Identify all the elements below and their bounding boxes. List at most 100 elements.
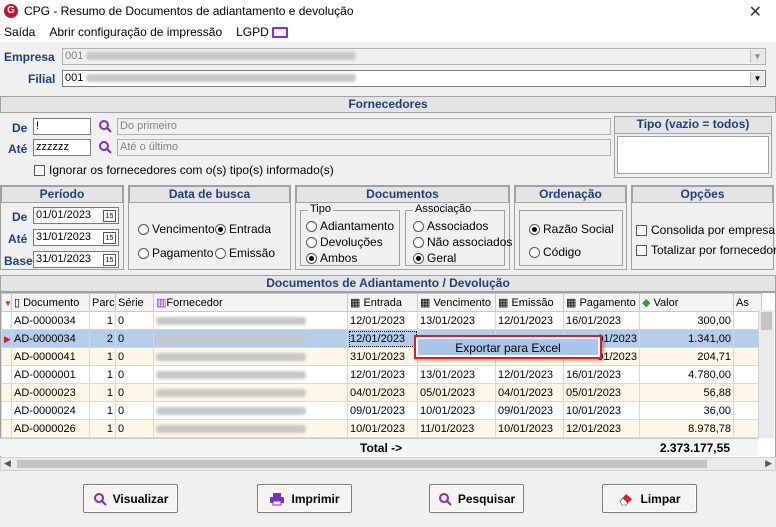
col-fornecedor[interactable]: ▥Fornecedor [153,293,348,312]
radio-devolucoes[interactable]: Devoluções [306,235,383,249]
col-documento[interactable]: ▯ Documento [11,293,90,312]
radio[interactable] [138,224,149,236]
scroll-right-icon[interactable]: ▶ [765,458,772,469]
col-parc[interactable]: Parc [89,293,116,312]
table-row[interactable]: AD-0000034 1 0 12/01/2023 13/01/2023 12/01/2… [1,311,762,330]
radio-codigo[interactable]: Código [529,245,581,259]
menu-bar: Saída Abrir configuração de impressão LG… [0,22,776,42]
imprimir-label: Imprimir [291,491,340,506]
chevron-down-icon[interactable]: ▼ [750,50,764,63]
horizontal-scrollbar[interactable]: ◀ ▶ [0,457,776,471]
search-icon [93,492,107,506]
row-pointer-icon: ▶ [4,333,11,344]
limpar-button[interactable]: Limpar [602,484,697,513]
radio[interactable] [413,221,424,233]
radio-selected[interactable] [306,253,317,265]
table-row[interactable]: AD-0000001 1 0 12/01/2023 13/01/2023 12/01/2… [1,365,762,384]
radio-razao-social[interactable]: Razão Social [529,222,614,236]
vertical-scrollbar[interactable] [758,310,774,438]
ignore-tipos-checkbox[interactable]: Ignorar os fornecedores com o(s) tipo(s)… [34,163,334,177]
tipo-doc-label: Tipo [308,203,333,215]
search-icon[interactable] [98,119,112,133]
table-row[interactable]: AD-0000023 1 0 04/01/2023 05/01/2023 04/01/2… [1,383,762,402]
radio-selected[interactable] [215,224,226,236]
filial-combo[interactable]: 001 ▼ [62,70,766,87]
fornecedor-ate-input[interactable]: zzzzzz [33,139,91,156]
radio-selected[interactable] [413,253,424,265]
associacao-label: Associação [413,203,474,215]
calendar-icon[interactable]: 15 [103,210,116,222]
col-emissao[interactable]: ▦ Emissão [495,293,564,312]
pesquisar-button[interactable]: Pesquisar [429,484,524,513]
check-totalizar[interactable]: Totalizar por fornecedor [636,243,776,257]
search-icon[interactable] [98,140,112,154]
radio-geral[interactable]: Geral [413,251,456,265]
periodo-title: Período [1,186,123,203]
fornecedor-redacted [156,316,306,325]
fornecedor-ate-label: Até [8,142,28,156]
scroll-thumb[interactable] [761,312,772,330]
app-logo-icon: G [4,4,18,18]
periodo-de-input[interactable]: 01/01/2023 15 [33,207,119,224]
menu-item-print-config[interactable]: Abrir configuração de impressão [49,25,222,39]
radio-vencimento[interactable]: Vencimento [138,222,215,236]
total-row: Total -> 2.373.177,55 [0,438,758,456]
checkbox[interactable] [34,165,45,177]
calendar-icon[interactable]: 15 [103,254,116,266]
periodo-base-input[interactable]: 31/01/2023 15 [33,251,119,268]
menu-item-lgpd[interactable]: LGPD [236,25,289,39]
radio[interactable] [306,221,317,233]
radio[interactable] [138,248,149,260]
fornecedor-redacted [156,370,306,379]
menu-item-saida[interactable]: Saída [4,25,35,39]
table-row-selected[interactable]: ▶ AD-0000034 2 0 12/01/2023 01/2023 1.341,00 [1,329,762,348]
chevron-down-icon[interactable]: ▼ [750,72,764,85]
col-serie[interactable]: Série [115,293,154,312]
radio-ambos[interactable]: Ambos [306,251,357,265]
radio-entrada[interactable]: Entrada [215,222,271,236]
fornecedor-de-input[interactable]: ! [33,118,91,135]
col-pagamento[interactable]: ▦ Pagamento [563,293,640,312]
periodo-ate-input[interactable]: 31/01/2023 15 [33,229,119,246]
fornecedor-de-desc: Do primeiro [117,118,611,135]
close-icon[interactable]: ✕ [749,2,762,22]
radio-emissao[interactable]: Emissão [215,246,275,260]
radio[interactable] [529,247,540,259]
imprimir-button[interactable]: Imprimir [257,484,352,513]
col-as[interactable]: As [733,293,762,312]
total-label: Total -> [360,441,403,455]
col-vencimento[interactable]: ▦ Vencimento [417,293,496,312]
tipo-list[interactable] [617,136,769,174]
fornecedor-de-label: De [12,121,28,135]
radio[interactable] [413,237,424,249]
radio[interactable] [215,248,226,260]
calendar-icon[interactable]: 15 [103,232,116,244]
checkbox[interactable] [636,245,647,257]
col-entrada[interactable]: ▦ Entrada [347,293,418,312]
radio-associados[interactable]: Associados [413,219,488,233]
scroll-left-icon[interactable]: ◀ [4,458,11,469]
table-row[interactable]: AD-0000041 1 0 31/01/2023 01/2023 204,71 [1,347,762,366]
radio-selected[interactable] [529,224,540,236]
check-consolida[interactable]: Consolida por empresa [636,223,775,237]
export-excel-menu-item[interactable]: Exportar para Excel [418,339,598,355]
search-icon [438,492,452,506]
table-row[interactable]: AD-0000024 1 0 09/01/2023 10/01/2023 09/01/2… [1,401,762,420]
visualizar-label: Visualizar [112,491,169,506]
radio-nao-associados[interactable]: Não associados [413,235,512,249]
fornecedor-redacted [156,424,306,433]
empresa-combo[interactable]: 001 ▼ [62,48,766,65]
table-row[interactable]: AD-0000026 1 0 10/01/2023 11/01/2023 10/01/2… [1,419,762,438]
periodo-base-label: Base [4,254,33,268]
radio-pagamento[interactable]: Pagamento [138,246,213,260]
sort-indicator-icon: ▼ [1,293,12,312]
checkbox[interactable] [636,225,647,237]
scroll-thumb[interactable] [17,460,707,468]
documents-grid[interactable]: ▼ ▯ Documento Parc Série ▥Fornecedor ▦ E… [0,292,776,458]
radio[interactable] [306,237,317,249]
visualizar-button[interactable]: Visualizar [83,484,178,513]
col-valor[interactable]: ◆ Valor [639,293,734,312]
periodo-de-label: De [12,210,28,224]
radio-adiantamento[interactable]: Adiantamento [306,219,394,233]
opcoes-title: Opções [632,186,773,203]
